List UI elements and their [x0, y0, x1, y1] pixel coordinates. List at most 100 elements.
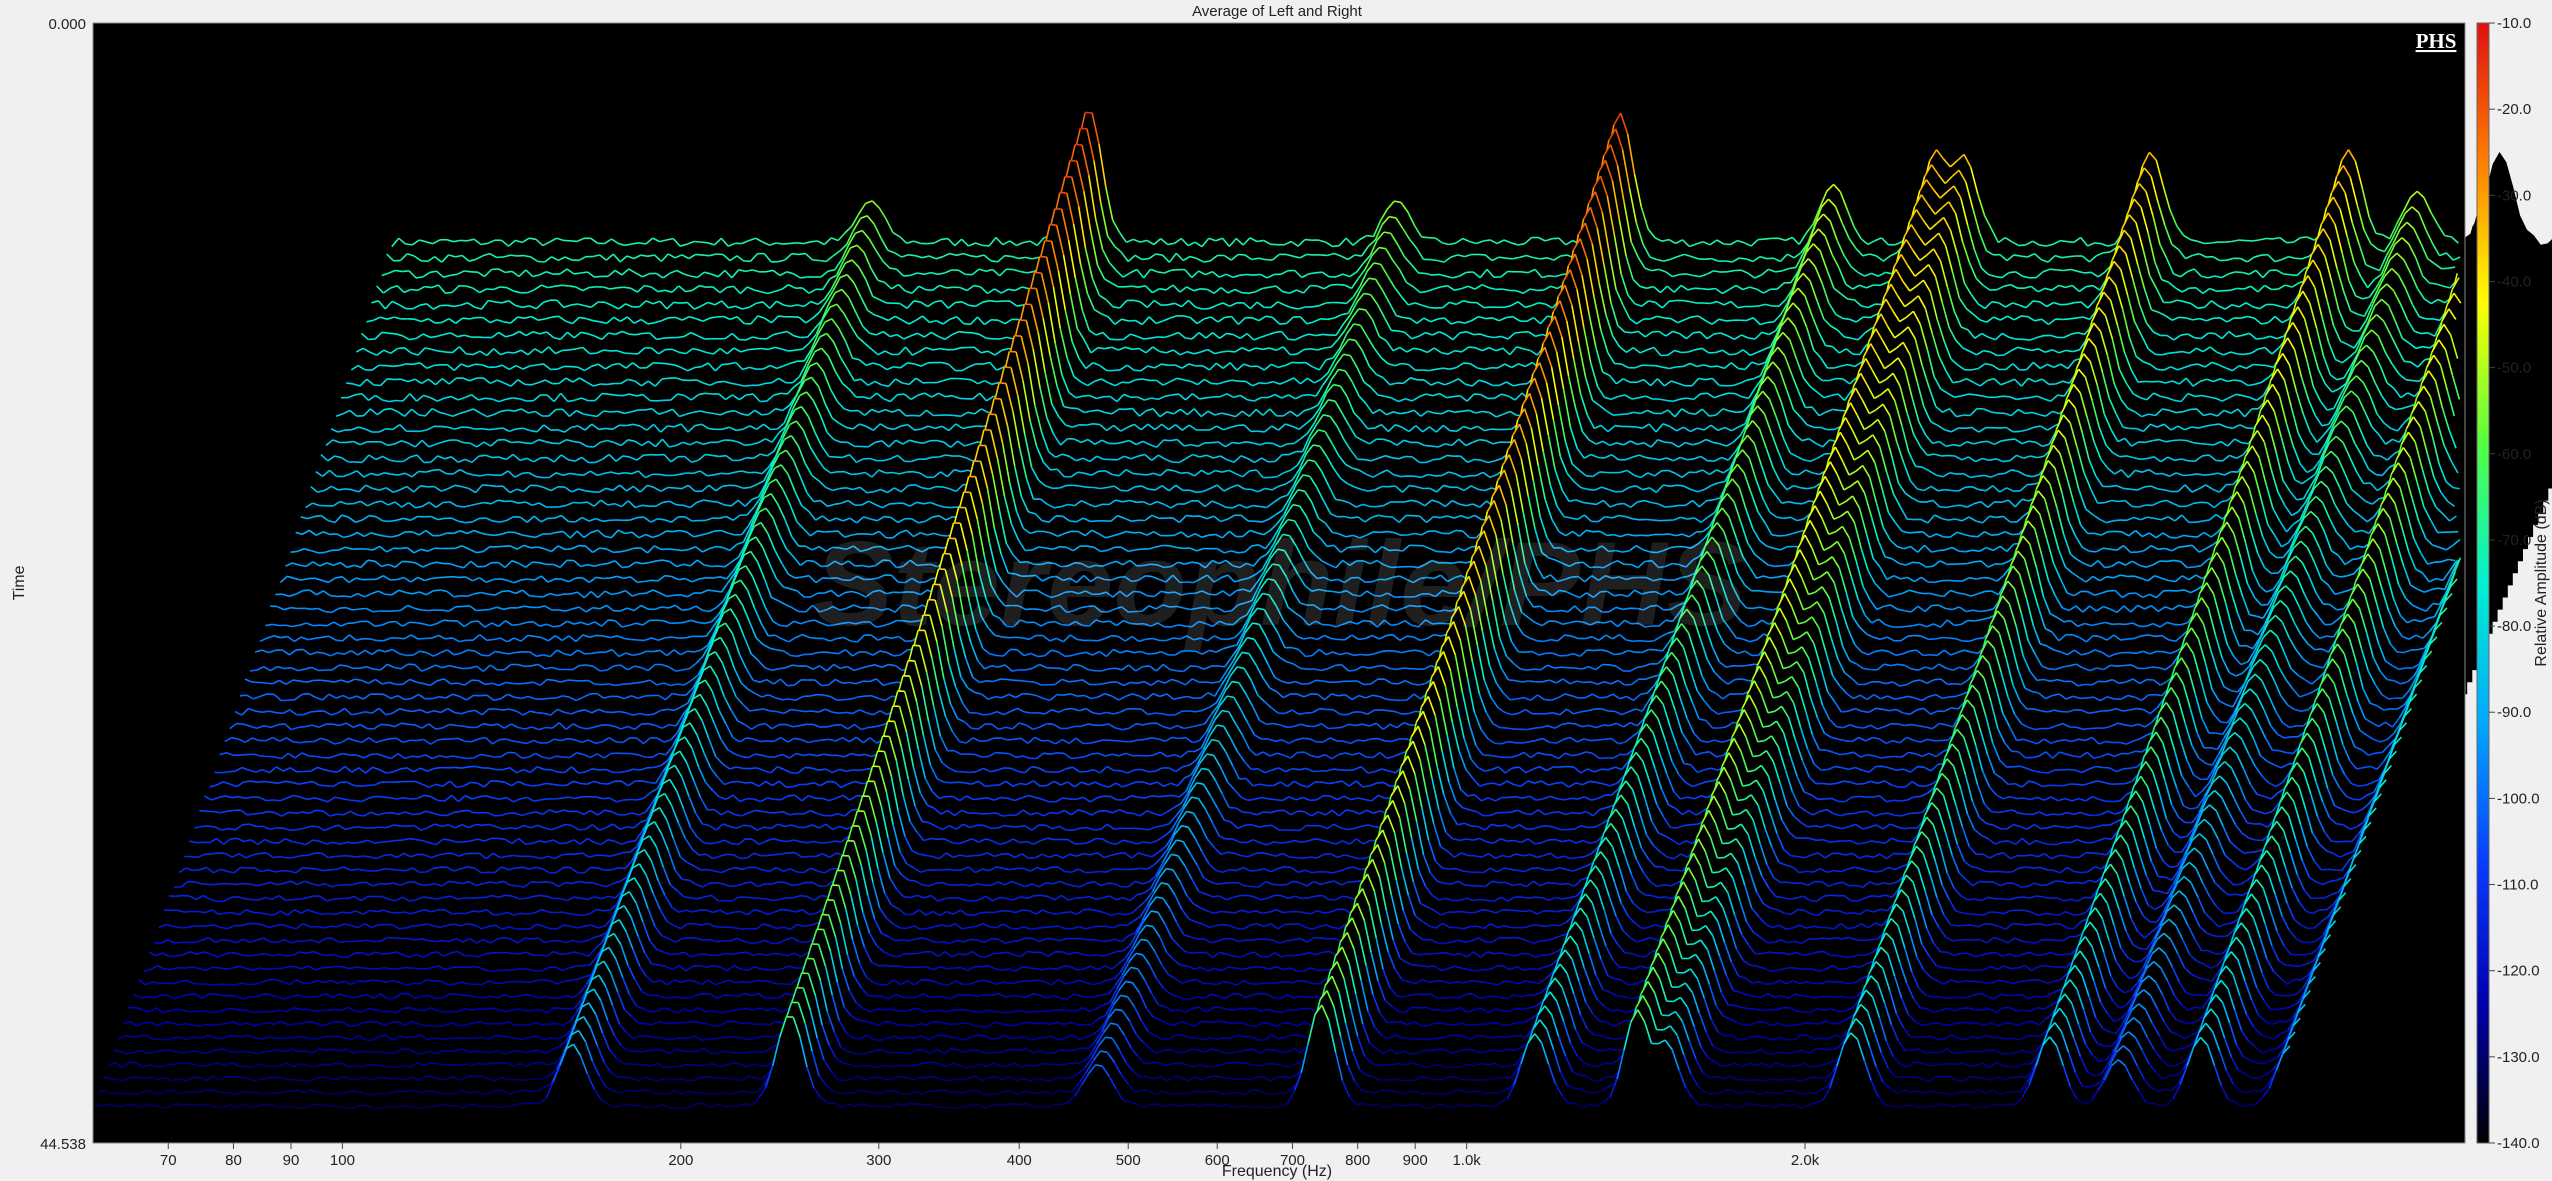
waterfall-slice-segment [1613, 414, 1620, 415]
waterfall-slice-segment [1520, 384, 1527, 385]
waterfall-slice-segment [1765, 238, 1772, 239]
waterfall-slice-segment [1709, 415, 1716, 416]
waterfall-slice-segment [1158, 272, 1165, 273]
waterfall-slice-segment [819, 261, 826, 262]
waterfall-slice-segment [1615, 426, 1622, 427]
waterfall-slice-segment [570, 241, 577, 242]
waterfall-slice-segment [2225, 242, 2232, 243]
waterfall-slice-segment [604, 350, 611, 351]
waterfall-slice-segment [710, 317, 717, 318]
waterfall-slice-segment [2396, 408, 2403, 409]
waterfall-slice-segment [1126, 409, 1133, 410]
waterfall-slice-segment [781, 393, 788, 394]
waterfall-slice-segment [389, 333, 396, 334]
waterfall-slice-segment [1221, 351, 1228, 352]
waterfall-slice-segment [1453, 396, 1460, 397]
waterfall-slice-segment [1702, 289, 1709, 290]
waterfall-slice-segment [1156, 254, 1163, 255]
waterfall-slice-segment [2174, 400, 2181, 401]
waterfall-slice-segment [783, 243, 790, 244]
waterfall-slice-segment [1259, 383, 1266, 384]
waterfall-slice-segment [1232, 380, 1239, 381]
waterfall-slice-segment [717, 317, 724, 318]
waterfall-slice-segment [604, 411, 611, 412]
waterfall-slice-segment [1083, 396, 1090, 397]
waterfall-slice-segment [1201, 289, 1208, 290]
waterfall-slice-segment [1050, 225, 1057, 226]
waterfall-slice-segment [2244, 353, 2251, 354]
waterfall-slice-segment [568, 400, 575, 401]
waterfall-slice-segment [1996, 396, 2003, 397]
waterfall-slice-segment [1695, 288, 1702, 289]
waterfall-slice-segment [1045, 241, 1052, 242]
waterfall-slice-segment [538, 262, 545, 263]
waterfall-slice-segment [770, 429, 777, 430]
waterfall-slice-segment [1491, 429, 1498, 430]
waterfall-slice-segment [2067, 242, 2074, 243]
waterfall-slice-segment [716, 254, 723, 255]
waterfall-slice-segment [959, 332, 966, 333]
waterfall-slice-segment [421, 261, 428, 262]
waterfall-slice-segment [1091, 410, 1098, 411]
waterfall-slice-segment [2190, 409, 2197, 410]
waterfall-slice-segment [2300, 237, 2307, 238]
waterfall-slice-segment [2169, 352, 2176, 353]
waterfall-slice-segment [606, 428, 613, 429]
waterfall-slice-segment [1122, 382, 1129, 383]
waterfall-slice-segment [599, 428, 606, 429]
waterfall-slice-segment [1469, 347, 1476, 348]
waterfall-slice-segment [991, 261, 998, 262]
waterfall-slice-segment [1714, 333, 1721, 334]
waterfall-slice-segment [1280, 323, 1287, 324]
waterfall-slice-segment [1968, 394, 1975, 395]
waterfall-slice-segment [969, 305, 976, 306]
waterfall-slice-segment [1142, 259, 1149, 260]
waterfall-slice-segment [1455, 411, 1462, 412]
waterfall-slice-segment [748, 349, 755, 350]
waterfall-slice-segment [1521, 272, 1528, 273]
waterfall-slice-segment [530, 365, 537, 366]
waterfall-slice-segment [562, 285, 569, 286]
waterfall-slice-segment [1355, 255, 1362, 256]
waterfall-slice-segment [1724, 244, 1731, 245]
waterfall-slice-segment [2198, 307, 2205, 308]
waterfall-slice-segment [1705, 259, 1712, 260]
waterfall-slice-segment [1391, 330, 1398, 331]
waterfall-slice-segment [402, 271, 409, 272]
waterfall-slice-segment [657, 400, 664, 401]
waterfall-slice-segment [703, 255, 710, 256]
waterfall-slice-segment [2064, 269, 2071, 270]
waterfall-slice-segment [574, 273, 581, 274]
waterfall-slice-segment [1172, 394, 1179, 395]
waterfall-slice-segment [1953, 382, 1960, 383]
waterfall-slice-segment [778, 316, 785, 317]
waterfall-slice-segment [441, 426, 448, 427]
waterfall-slice-segment [1321, 319, 1328, 320]
waterfall-slice-segment [1767, 258, 1774, 259]
waterfall-slice-segment [667, 426, 674, 427]
waterfall-slice-segment [1494, 336, 1501, 337]
waterfall-slice-segment [434, 365, 441, 366]
waterfall-slice-segment [746, 394, 753, 395]
waterfall-slice-segment [2247, 428, 2254, 429]
waterfall-slice-segment [1257, 240, 1264, 241]
waterfall-slice-segment [812, 260, 819, 261]
waterfall-slice-segment [2406, 380, 2413, 381]
waterfall-slice-segment [1254, 274, 1261, 275]
waterfall-slice-segment [2025, 412, 2032, 413]
waterfall-slice-segment [1506, 258, 1513, 259]
waterfall-slice-segment [2191, 364, 2198, 365]
waterfall-slice-segment [801, 337, 808, 338]
waterfall-slice-segment [762, 414, 769, 415]
waterfall-slice-segment [492, 269, 499, 270]
waterfall-slice-segment [660, 363, 667, 364]
waterfall-slice-segment [1018, 257, 1025, 258]
waterfall-slice-segment [2069, 256, 2076, 257]
waterfall-slice-segment [811, 241, 818, 242]
waterfall-slice-segment [1070, 161, 1077, 162]
waterfall-slice-segment [2429, 283, 2436, 284]
waterfall-slice-segment [970, 426, 977, 427]
waterfall-slice-segment [2086, 286, 2093, 287]
waterfall-slice-segment [1844, 337, 1851, 338]
waterfall-slice-segment [2040, 245, 2047, 246]
